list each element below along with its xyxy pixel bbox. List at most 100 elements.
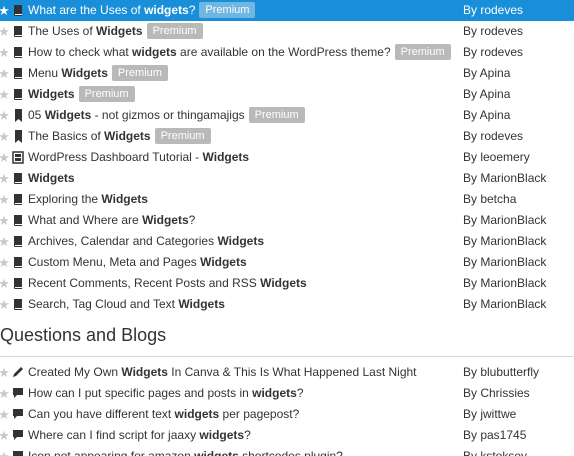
title-text: Search, Tag Cloud and Text [28, 297, 179, 311]
title-keyword: widgets [144, 3, 189, 17]
star-icon[interactable]: ★ [0, 273, 11, 294]
star-icon[interactable]: ★ [0, 231, 11, 252]
author-link[interactable]: By MarionBlack [463, 294, 546, 315]
pencil-icon [12, 366, 24, 379]
star-icon[interactable]: ★ [0, 0, 11, 21]
resources-row[interactable]: ★ Widgets By MarionBlack [0, 168, 574, 189]
film-icon [12, 151, 24, 164]
title-text: Can you have different text [28, 407, 175, 421]
star-icon[interactable]: ★ [0, 21, 11, 42]
resources-row[interactable]: ★ WordPress Dashboard Tutorial - Widgets B… [0, 147, 574, 168]
resources-title-link[interactable]: What are the Uses of widgets? Premium [28, 0, 256, 21]
title-keyword: Widgets [202, 150, 250, 164]
bookmark-icon [12, 130, 24, 143]
author-link[interactable]: By MarionBlack [463, 231, 546, 252]
resources-title-link[interactable]: 05 Widgets - not gizmos or thingamajigs P… [28, 105, 305, 126]
title-text: The Uses of [28, 24, 97, 38]
author-link[interactable]: By rodeves [463, 126, 523, 147]
book-icon [12, 46, 24, 59]
star-icon[interactable]: ★ [0, 168, 11, 189]
star-icon[interactable]: ★ [0, 446, 11, 456]
resources-title-link[interactable]: Archives, Calendar and Categories Widget… [28, 231, 264, 252]
author-link[interactable]: By MarionBlack [463, 168, 546, 189]
author-link[interactable]: By blubutterfly [463, 362, 539, 383]
star-icon[interactable]: ★ [0, 105, 11, 126]
questions-title-link[interactable]: Icon not appearing for amazon widgets sh… [28, 446, 343, 456]
questions-title-link[interactable]: Created My Own Widgets In Canva & This I… [28, 362, 417, 383]
resources-row[interactable]: ★ Custom Menu, Meta and Pages Widgets By M… [0, 252, 574, 273]
author-link[interactable]: By Apina [463, 105, 510, 126]
author-link[interactable]: By MarionBlack [463, 210, 546, 231]
book-icon [12, 67, 24, 80]
resources-row[interactable]: ★ How to check what widgets are available… [0, 42, 574, 63]
star-icon[interactable]: ★ [0, 189, 11, 210]
author-link[interactable]: By Chrissies [463, 383, 530, 404]
premium-badge: Premium [146, 23, 203, 39]
star-icon[interactable]: ★ [0, 383, 11, 404]
questions-row[interactable]: ★ Where can I find script for jaaxy widge… [0, 425, 574, 446]
resources-row[interactable]: ★ Archives, Calendar and Categories Widge… [0, 231, 574, 252]
star-icon[interactable]: ★ [0, 425, 11, 446]
premium-badge: Premium [111, 65, 168, 81]
questions-title-link[interactable]: How can I put specific pages and posts i… [28, 383, 304, 404]
resources-row[interactable]: ★ 05 Widgets - not gizmos or thingamajigs… [0, 105, 574, 126]
questions-row[interactable]: ★ How can I put specific pages and posts … [0, 383, 574, 404]
resources-title-link[interactable]: The Basics of Widgets Premium [28, 126, 211, 147]
resources-title-link[interactable]: Widgets [28, 168, 75, 189]
resources-row[interactable]: ★ Recent Comments, Recent Posts and RSS W… [0, 273, 574, 294]
resources-title-link[interactable]: How to check what widgets are available … [28, 42, 451, 63]
questions-title-link[interactable]: Where can I find script for jaaxy widget… [28, 425, 251, 446]
author-link[interactable]: By MarionBlack [463, 273, 546, 294]
author-link[interactable]: By rodeves [463, 0, 523, 21]
resources-list: ★ What are the Uses of widgets? Premium By … [0, 0, 574, 315]
star-icon[interactable]: ★ [0, 362, 11, 383]
title-text: What are the Uses of [28, 3, 145, 17]
star-icon[interactable]: ★ [0, 126, 11, 147]
resources-title-link[interactable]: WordPress Dashboard Tutorial - Widgets [28, 147, 249, 168]
resources-title-link[interactable]: What and Where are Widgets? [28, 210, 195, 231]
book-icon [12, 277, 24, 290]
questions-row[interactable]: ★ Created My Own Widgets In Canva & This … [0, 362, 574, 383]
author-link[interactable]: By MarionBlack [463, 252, 546, 273]
resources-row[interactable]: ★ The Uses of Widgets Premium By rodeves [0, 21, 574, 42]
speech-bubble-icon [12, 387, 24, 400]
resources-title-link[interactable]: Exploring the Widgets [28, 189, 148, 210]
author-link[interactable]: By rodeves [463, 42, 523, 63]
resources-row[interactable]: ★ Exploring the Widgets By betcha [0, 189, 574, 210]
resources-title-link[interactable]: Widgets Premium [28, 84, 135, 105]
resources-title-link[interactable]: Custom Menu, Meta and Pages Widgets [28, 252, 247, 273]
title-text: Menu [28, 66, 62, 80]
star-icon[interactable]: ★ [0, 42, 11, 63]
star-icon[interactable]: ★ [0, 84, 11, 105]
author-link[interactable]: By pas1745 [463, 425, 526, 446]
author-link[interactable]: By leoemery [463, 147, 530, 168]
star-icon[interactable]: ★ [0, 294, 11, 315]
resources-title-link[interactable]: Menu Widgets Premium [28, 63, 168, 84]
speech-bubble-icon [12, 408, 24, 421]
author-link[interactable]: By betcha [463, 189, 516, 210]
star-icon[interactable]: ★ [0, 252, 11, 273]
resources-title-link[interactable]: The Uses of Widgets Premium [28, 21, 203, 42]
author-link[interactable]: By rodeves [463, 21, 523, 42]
author-link[interactable]: By Apina [463, 84, 510, 105]
author-link[interactable]: By jwittwe [463, 404, 516, 425]
resources-title-link[interactable]: Recent Comments, Recent Posts and RSS Wi… [28, 273, 307, 294]
resources-row[interactable]: ★ Search, Tag Cloud and Text Widgets By Ma… [0, 294, 574, 315]
resources-title-link[interactable]: Search, Tag Cloud and Text Widgets [28, 294, 225, 315]
author-link[interactable]: By kstoksey [463, 446, 527, 456]
title-text: ? [188, 3, 196, 17]
star-icon[interactable]: ★ [0, 210, 11, 231]
author-link[interactable]: By Apina [463, 63, 510, 84]
questions-title-link[interactable]: Can you have different text widgets per … [28, 404, 299, 425]
questions-row[interactable]: ★ Can you have different text widgets per… [0, 404, 574, 425]
star-icon[interactable]: ★ [0, 404, 11, 425]
speech-bubble-icon [12, 429, 24, 442]
questions-row[interactable]: ★ Icon not appearing for amazon widgets s… [0, 446, 574, 456]
star-icon[interactable]: ★ [0, 63, 11, 84]
resources-row[interactable]: ★ Menu Widgets Premium By Apina [0, 63, 574, 84]
resources-row[interactable]: ★ The Basics of Widgets Premium By rodeves [0, 126, 574, 147]
resources-row[interactable]: ★ Widgets Premium By Apina [0, 84, 574, 105]
resources-row[interactable]: ★ What are the Uses of widgets? Premium By … [0, 0, 574, 21]
star-icon[interactable]: ★ [0, 147, 11, 168]
resources-row[interactable]: ★ What and Where are Widgets? By MarionBla… [0, 210, 574, 231]
